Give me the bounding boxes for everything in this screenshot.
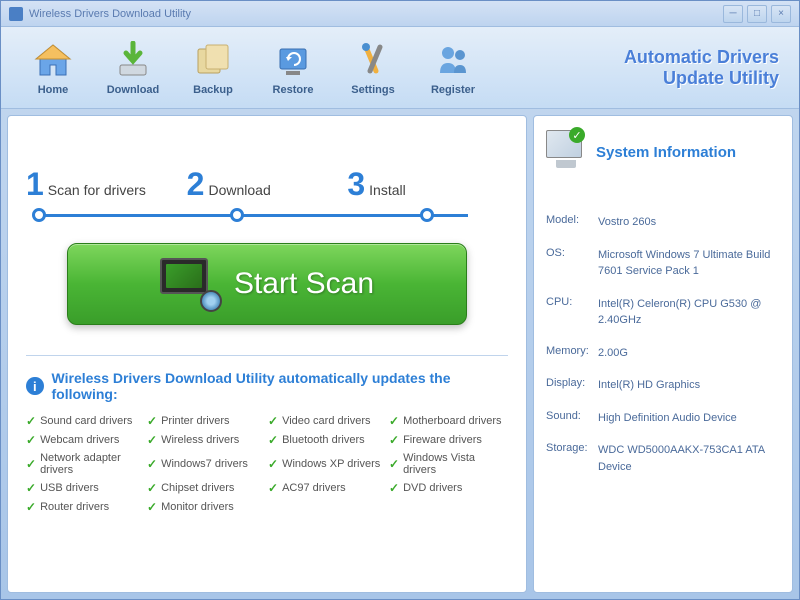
check-icon: ✓ (26, 500, 36, 514)
check-icon: ✓ (268, 433, 278, 447)
check-icon: ✓ (26, 481, 36, 495)
toolbar: Home Download Backup Restore Settings Re… (1, 27, 799, 109)
driver-item: ✓Wireless drivers (147, 433, 266, 447)
subtitle: Wireless Drivers Download Utility automa… (52, 370, 508, 402)
scan-monitor-icon (160, 258, 218, 310)
steps-indicator: 1 Scan for drivers 2 Download 3 Install (26, 166, 508, 203)
check-icon: ✓ (26, 414, 36, 428)
check-icon: ✓ (268, 414, 278, 428)
driver-item: ✓Router drivers (26, 500, 145, 514)
check-icon: ✓ (268, 481, 278, 495)
step-3: 3 Install (347, 166, 508, 203)
toolbar-home[interactable]: Home (13, 40, 93, 96)
check-icon: ✓ (147, 433, 157, 447)
download-icon (111, 40, 155, 80)
driver-item: ✓Windows XP drivers (268, 452, 387, 476)
window-title: Wireless Drivers Download Utility (29, 8, 723, 20)
toolbar-backup[interactable]: Backup (173, 40, 253, 96)
check-icon: ✓ (147, 414, 157, 428)
toolbar-download[interactable]: Download (93, 40, 173, 96)
check-icon: ✓ (389, 414, 399, 428)
backup-icon (191, 40, 235, 80)
driver-list: ✓Sound card drivers✓Printer drivers✓Vide… (26, 414, 508, 514)
driver-item: ✓USB drivers (26, 481, 145, 495)
brand-text: Automatic Drivers Update Utility (624, 47, 787, 89)
restore-icon (271, 40, 315, 80)
window-controls: ─ □ × (723, 5, 791, 23)
system-info-row: Sound:High Definition Audio Device (546, 410, 780, 427)
driver-item: ✓DVD drivers (389, 481, 508, 495)
driver-item: ✓Chipset drivers (147, 481, 266, 495)
system-info-header: System Information (546, 130, 780, 174)
driver-item: ✓Motherboard drivers (389, 414, 508, 428)
check-icon: ✓ (389, 457, 399, 471)
start-scan-button[interactable]: Start Scan (67, 243, 467, 325)
check-icon: ✓ (268, 457, 278, 471)
step-1: 1 Scan for drivers (26, 166, 187, 203)
check-icon: ✓ (389, 433, 399, 447)
check-icon: ✓ (26, 457, 36, 471)
driver-item: ✓Windows7 drivers (147, 452, 266, 476)
driver-item: ✓Monitor drivers (147, 500, 266, 514)
toolbar-register[interactable]: Register (413, 40, 493, 96)
settings-icon (351, 40, 395, 80)
system-info-panel: System Information Model:Vostro 260s OS:M… (533, 115, 793, 593)
driver-item: ✓Video card drivers (268, 414, 387, 428)
check-icon: ✓ (147, 500, 157, 514)
driver-item: ✓Fireware drivers (389, 433, 508, 447)
driver-item: ✓Printer drivers (147, 414, 266, 428)
check-icon: ✓ (147, 457, 157, 471)
minimize-button[interactable]: ─ (723, 5, 743, 23)
system-info-row: CPU:Intel(R) Celeron(R) CPU G530 @ 2.40G… (546, 296, 780, 329)
register-icon (431, 40, 475, 80)
driver-item: ✓Bluetooth drivers (268, 433, 387, 447)
system-info-row: Memory:2.00G (546, 345, 780, 362)
system-info-row: Storage:WDC WD5000AAKX-753CA1 ATA Device (546, 442, 780, 475)
info-icon: i (26, 377, 44, 395)
titlebar: Wireless Drivers Download Utility ─ □ × (1, 1, 799, 27)
toolbar-restore[interactable]: Restore (253, 40, 333, 96)
content-area: 1 Scan for drivers 2 Download 3 Install … (1, 109, 799, 599)
driver-item: ✓Network adapter drivers (26, 452, 145, 476)
close-button[interactable]: × (771, 5, 791, 23)
app-icon (9, 7, 23, 21)
check-icon: ✓ (147, 481, 157, 495)
step-2: 2 Download (187, 166, 348, 203)
system-info-rows: Model:Vostro 260s OS:Microsoft Windows 7 … (546, 214, 780, 475)
toolbar-settings[interactable]: Settings (333, 40, 413, 96)
subtitle-row: i Wireless Drivers Download Utility auto… (26, 370, 508, 402)
check-icon: ✓ (26, 433, 36, 447)
check-icon: ✓ (389, 481, 399, 495)
system-info-row: OS:Microsoft Windows 7 Ultimate Build 76… (546, 247, 780, 280)
system-info-row: Model:Vostro 260s (546, 214, 780, 231)
computer-icon (546, 130, 586, 174)
driver-item: ✓Sound card drivers (26, 414, 145, 428)
driver-item: ✓AC97 drivers (268, 481, 387, 495)
maximize-button[interactable]: □ (747, 5, 767, 23)
driver-item: ✓Windows Vista drivers (389, 452, 508, 476)
main-panel: 1 Scan for drivers 2 Download 3 Install … (7, 115, 527, 593)
divider (26, 355, 508, 356)
home-icon (31, 40, 75, 80)
system-info-row: Display:Intel(R) HD Graphics (546, 377, 780, 394)
driver-item: ✓Webcam drivers (26, 433, 145, 447)
